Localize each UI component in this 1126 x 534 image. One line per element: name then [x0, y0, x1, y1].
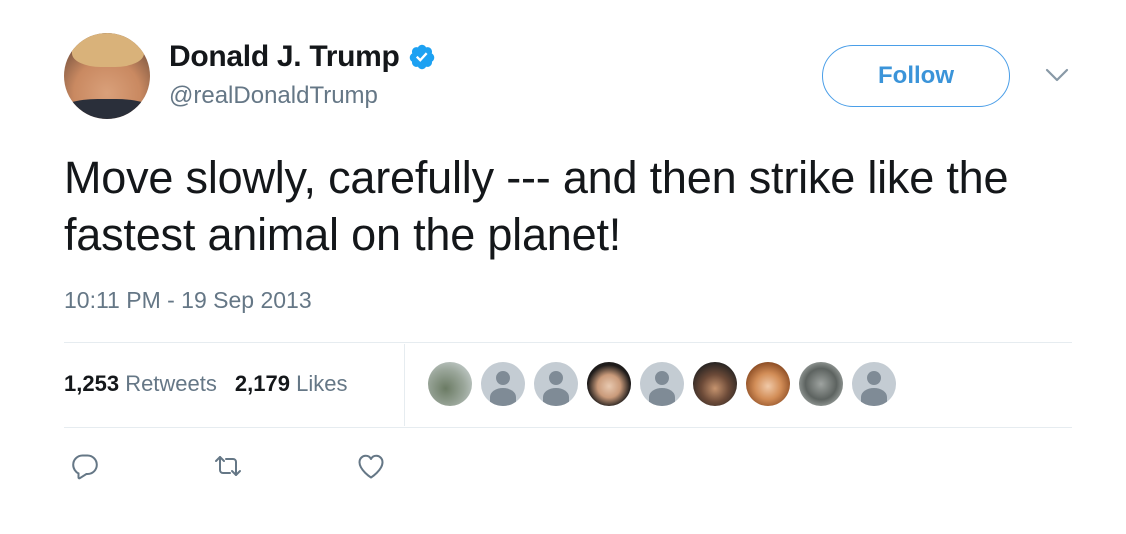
tweet-text: Move slowly, carefully --- and then stri…	[64, 152, 1009, 260]
liker-avatar[interactable]	[428, 362, 472, 406]
avatar-suit	[64, 99, 150, 119]
divider-bottom	[64, 427, 1072, 428]
likes-stat[interactable]: 2,179 Likes	[235, 371, 348, 397]
divider-top	[64, 342, 1072, 343]
default-avatar-icon[interactable]	[640, 362, 684, 406]
verified-badge-icon	[409, 44, 434, 70]
liker-avatars	[428, 362, 896, 406]
tweet-stats: 1,253 Retweets 2,179 Likes	[64, 371, 347, 397]
tweet-actions	[70, 451, 386, 481]
default-avatar-icon[interactable]	[481, 362, 525, 406]
follow-button[interactable]: Follow	[822, 45, 1010, 107]
liker-avatar[interactable]	[799, 362, 843, 406]
likes-label: Likes	[296, 371, 348, 396]
retweets-count: 1,253	[64, 371, 120, 396]
retweets-stat[interactable]: 1,253 Retweets	[64, 371, 217, 397]
stats-vertical-divider	[404, 344, 405, 426]
default-avatar-icon[interactable]	[534, 362, 578, 406]
author-handle[interactable]: @realDonaldTrump	[169, 82, 378, 110]
like-icon[interactable]	[356, 451, 386, 481]
author-display-name[interactable]: Donald J. Trump	[169, 40, 400, 74]
author-avatar[interactable]	[64, 33, 150, 119]
default-avatar-icon[interactable]	[852, 362, 896, 406]
liker-avatar[interactable]	[693, 362, 737, 406]
avatar-hair	[72, 33, 144, 67]
tweet-timestamp[interactable]: 10:11 PM - 19 Sep 2013	[64, 287, 312, 314]
author-name-row: Donald J. Trump	[169, 40, 436, 74]
chevron-down-icon[interactable]	[1044, 66, 1070, 84]
liker-avatar[interactable]	[587, 362, 631, 406]
reply-icon[interactable]	[70, 451, 100, 481]
liker-avatar[interactable]	[746, 362, 790, 406]
tweet-card: Donald J. Trump @realDonaldTrump Follow …	[0, 0, 1126, 534]
retweet-icon[interactable]	[213, 451, 243, 481]
likes-count: 2,179	[234, 371, 290, 396]
retweets-label: Retweets	[125, 371, 217, 396]
